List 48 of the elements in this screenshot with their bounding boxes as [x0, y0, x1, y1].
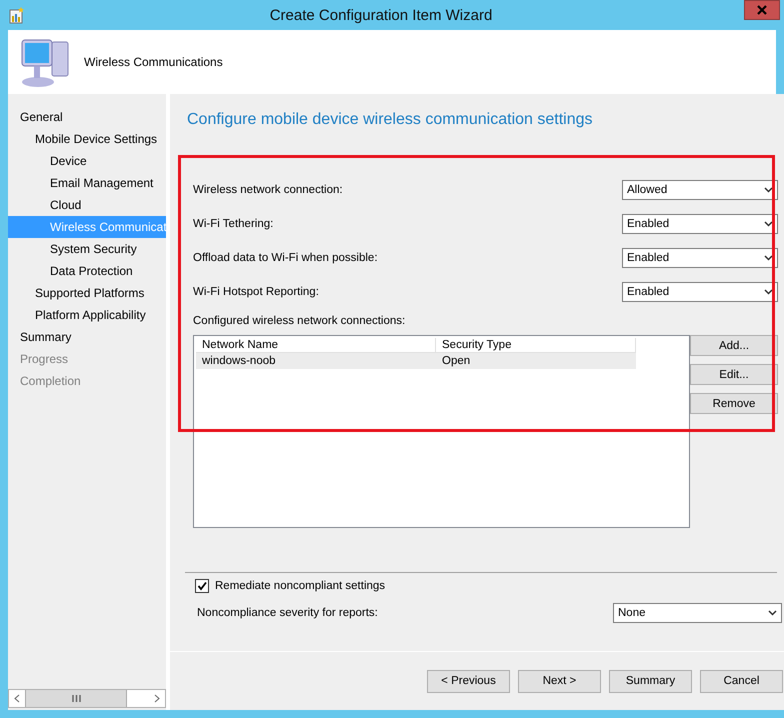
nav-item[interactable]: General [8, 106, 166, 128]
dropdown-caret-icon [764, 255, 773, 261]
setting-label: Wireless network connection: [193, 184, 343, 196]
wizard-app-icon [8, 6, 26, 24]
dropdown-caret-icon [764, 187, 773, 193]
connections-label: Configured wireless network connections: [193, 315, 406, 327]
checkbox[interactable] [195, 579, 209, 593]
setting-label: Wi-Fi Tethering: [193, 218, 274, 230]
setting-dropdown[interactable]: Enabled [622, 214, 778, 234]
horizontal-scrollbar[interactable] [8, 689, 166, 708]
grip-icon [72, 695, 80, 702]
close-icon [757, 5, 767, 15]
close-button[interactable] [744, 0, 780, 20]
list-action-button[interactable]: Add... [690, 335, 778, 356]
setting-label: Wi-Fi Hotspot Reporting: [193, 286, 319, 298]
wizard-button[interactable]: Next > [518, 670, 601, 692]
page-header-title: Wireless Communications [84, 55, 223, 69]
scroll-right-icon[interactable] [154, 694, 160, 703]
setting-dropdown[interactable]: Enabled [622, 282, 778, 302]
table-cell: windows-noob [196, 353, 436, 369]
connections-list[interactable]: Network Name Security Type windows-noob Open [193, 335, 690, 528]
nav-item[interactable]: Supported Platforms [8, 282, 166, 304]
severity-label: Noncompliance severity for reports: [197, 607, 378, 619]
dropdown-caret-icon [764, 289, 773, 295]
list-action-button[interactable]: Remove [690, 393, 778, 414]
scroll-left-icon[interactable] [14, 694, 20, 703]
dropdown-caret-icon [768, 610, 777, 616]
wizard-button[interactable]: < Previous [427, 670, 510, 692]
table-cell: Open [436, 353, 636, 369]
nav-item[interactable]: System Security [8, 238, 166, 260]
severity-dropdown[interactable]: None [613, 603, 782, 623]
page-title: Configure mobile device wireless communication settings [187, 111, 594, 130]
setting-label: Offload data to Wi-Fi when possible: [193, 252, 378, 264]
wizard-button[interactable]: Summary [609, 670, 692, 692]
setting-dropdown[interactable]: Allowed [622, 180, 778, 200]
nav-item[interactable]: Data Protection [8, 260, 166, 282]
nav-item[interactable]: Cloud [8, 194, 166, 216]
window-title: Create Configuration Item Wizard [268, 6, 494, 24]
checkbox-label: Remediate noncompliant settings [215, 580, 386, 592]
nav-item[interactable]: Platform Applicability [8, 304, 166, 326]
setting-dropdown[interactable]: Enabled [622, 248, 778, 268]
wizard-button[interactable]: Cancel [700, 670, 783, 692]
nav-item[interactable]: Mobile Device Settings [8, 128, 166, 150]
list-action-button[interactable]: Edit... [690, 364, 778, 385]
nav-item[interactable]: Summary [8, 326, 166, 348]
dropdown-caret-icon [764, 221, 773, 227]
nav-item[interactable]: Email Management [8, 172, 166, 194]
nav-item[interactable]: Device [8, 150, 166, 172]
